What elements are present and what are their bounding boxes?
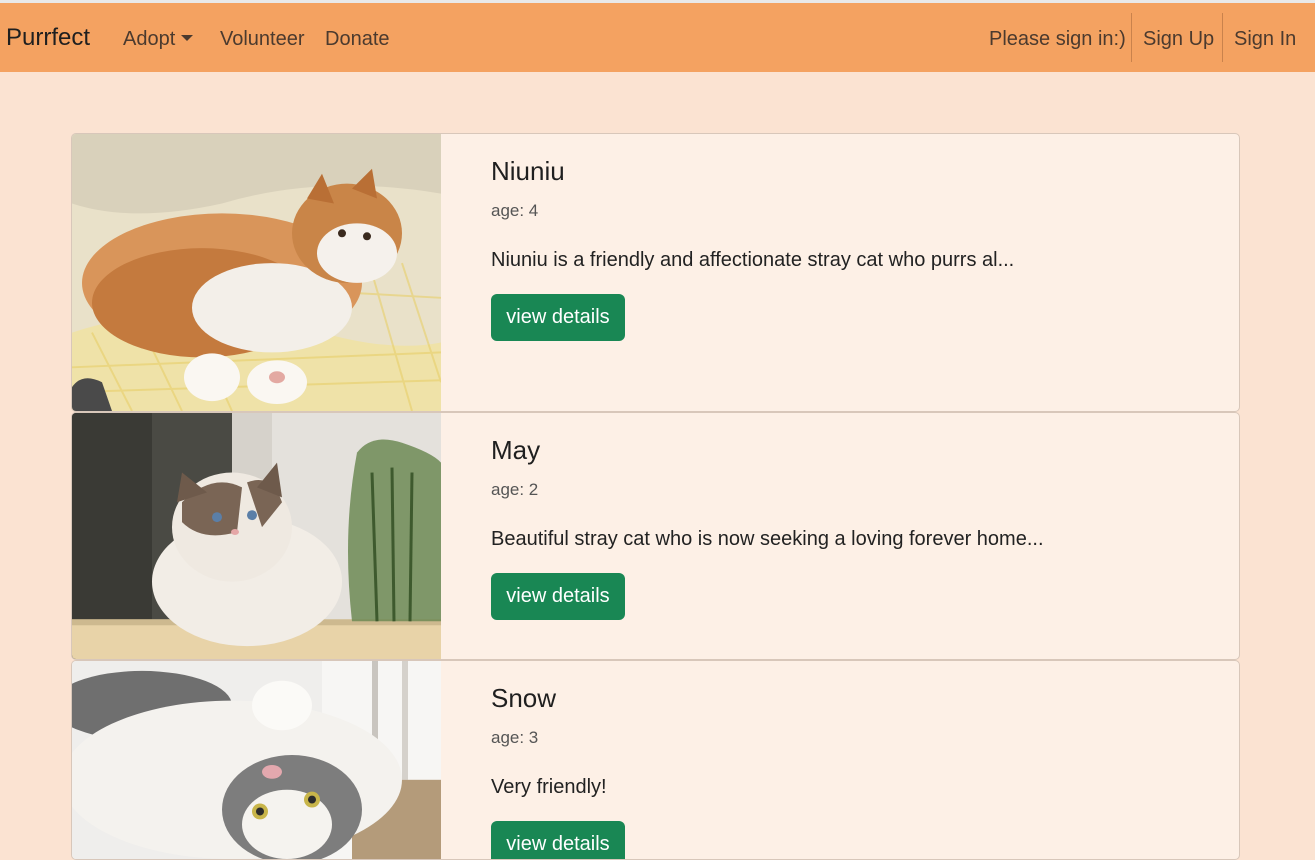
view-details-button[interactable]: view details [491,294,625,341]
nav-volunteer[interactable]: Volunteer [220,27,305,51]
sign-in-link[interactable]: Sign In [1234,27,1296,51]
card-body: Niuniu age: 4 Niuniu is a friendly and a… [491,134,1239,411]
nav-adopt-dropdown[interactable]: Adopt [123,27,194,51]
view-details-button[interactable]: view details [491,573,625,620]
cat-card: Snow age: 3 Very friendly! view details [71,660,1240,860]
navbar: Purrfect Adopt Volunteer Donate Please s… [0,3,1315,72]
cat-description: Niuniu is a friendly and affectionate st… [491,249,1015,271]
view-details-button[interactable]: view details [491,821,625,859]
nav-adopt-label: Adopt [123,28,176,50]
cat-age: age: 3 [491,728,539,747]
cat-age: age: 4 [491,201,539,220]
cat-name: Niuniu [491,156,565,186]
cat-photo [72,413,441,659]
cat-age: age: 2 [491,480,539,499]
cat-card: Niuniu age: 4 Niuniu is a friendly and a… [71,133,1240,412]
cat-description: Very friendly! [491,776,607,798]
nav-donate[interactable]: Donate [325,27,390,51]
cat-photo [72,661,441,859]
cat-name: Snow [491,683,557,713]
sign-up-link[interactable]: Sign Up [1143,27,1214,51]
nav-divider [1222,13,1223,62]
card-body: May age: 2 Beautiful stray cat who is no… [491,413,1239,659]
caret-down-icon [181,35,194,41]
cat-description: Beautiful stray cat who is now seeking a… [491,528,1044,550]
cat-name: May [491,435,541,465]
brand-logo[interactable]: Purrfect [6,23,90,53]
sign-in-prompt: Please sign in:) [989,28,1126,50]
card-body: Snow age: 3 Very friendly! view details [491,661,1239,859]
cat-photo [72,134,441,411]
cat-card: May age: 2 Beautiful stray cat who is no… [71,412,1240,660]
nav-divider [1131,13,1132,62]
